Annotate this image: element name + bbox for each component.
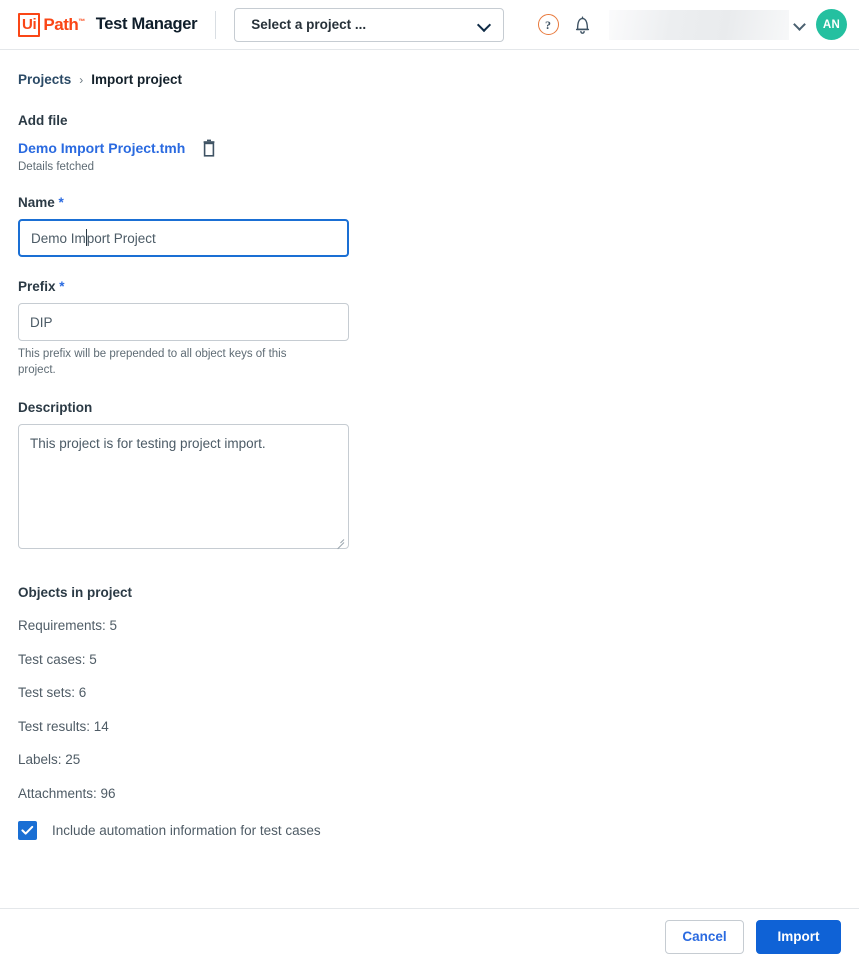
breadcrumb-current: Import project <box>91 72 183 87</box>
prefix-label-text: Prefix <box>18 279 56 294</box>
trash-icon <box>203 139 215 157</box>
name-input[interactable]: Demo Im port Project <box>18 219 349 257</box>
main-content: Projects › Import project Add file Demo … <box>0 50 859 908</box>
chevron-down-icon <box>478 18 491 31</box>
objects-in-project-title: Objects in project <box>18 585 133 601</box>
form-footer: Cancel Import <box>0 908 859 964</box>
objects-row-test-results: Test results: 14 <box>18 718 109 734</box>
bell-icon <box>575 16 589 34</box>
add-file-title: Add file <box>18 113 68 128</box>
name-required-marker: * <box>58 195 64 210</box>
include-automation-checkbox[interactable] <box>18 820 37 840</box>
breadcrumb-projects-link[interactable]: Projects <box>18 72 71 87</box>
name-input-value-after-caret: port Project <box>86 230 156 246</box>
logo-path-text: Path™ <box>43 15 85 34</box>
header-divider <box>215 10 217 39</box>
check-icon <box>21 825 34 835</box>
uploaded-file-link[interactable]: Demo Import Project.tmh <box>18 140 185 156</box>
file-status-text: Details fetched <box>18 161 95 173</box>
help-button[interactable]: ? <box>531 8 565 42</box>
prefix-hint-text: This prefix will be prepended to all obj… <box>18 348 287 376</box>
name-field-block: Name * Demo Im port Project <box>18 195 841 257</box>
cancel-button[interactable]: Cancel <box>665 919 744 954</box>
prefix-field-label: Prefix * <box>18 279 841 294</box>
delete-file-button[interactable] <box>201 139 217 157</box>
project-selector[interactable]: Select a project ... <box>234 7 505 42</box>
description-field-block: Description This project is for testing … <box>18 400 841 550</box>
help-circle-icon: ? <box>537 14 559 35</box>
prefix-field-block: Prefix * DIP This prefix will be prepend… <box>18 279 841 378</box>
uipath-logo-icon: Ui Path™ <box>18 12 85 37</box>
description-textarea[interactable]: This project is for testing project impo… <box>18 424 349 550</box>
textarea-resize-handle[interactable] <box>334 534 345 545</box>
breadcrumb-separator: › <box>79 72 84 87</box>
project-selector-value: Select a project ... <box>251 17 367 32</box>
name-field-label: Name * <box>18 195 841 210</box>
app-name: Test Manager <box>95 15 198 33</box>
trademark-symbol: ™ <box>78 18 85 26</box>
tenant-chevron-down-icon[interactable] <box>795 19 806 30</box>
brand-logo[interactable]: Ui Path™ Test Manager <box>18 12 198 37</box>
prefix-input[interactable]: DIP <box>18 303 349 341</box>
description-textarea-value: This project is for testing project impo… <box>30 436 266 452</box>
tenant-selector-redacted[interactable] <box>609 9 789 40</box>
text-caret <box>85 228 87 246</box>
objects-row-test-cases: Test cases: 5 <box>18 651 97 667</box>
objects-row-attachments: Attachments: 96 <box>18 785 116 801</box>
include-automation-label[interactable]: Include automation information for test … <box>52 823 321 838</box>
uploaded-file-row: Demo Import Project.tmh <box>18 139 841 157</box>
objects-row-test-sets: Test sets: 6 <box>18 685 87 701</box>
app-header: Ui Path™ Test Manager Select a project .… <box>0 0 859 50</box>
description-field-label: Description <box>18 400 93 416</box>
prefix-required-marker: * <box>59 279 65 294</box>
logo-ui-badge: Ui <box>18 12 41 37</box>
breadcrumb: Projects › Import project <box>18 72 841 87</box>
include-automation-row: Include automation information for test … <box>18 820 841 840</box>
name-label-text: Name <box>18 195 55 210</box>
notifications-button[interactable] <box>565 8 599 42</box>
objects-row-labels: Labels: 25 <box>18 752 81 768</box>
name-input-value-before-caret: Demo Im <box>31 230 86 246</box>
objects-row-requirements: Requirements: 5 <box>18 618 118 634</box>
import-button[interactable]: Import <box>756 919 841 954</box>
user-avatar[interactable]: AN <box>816 9 847 40</box>
